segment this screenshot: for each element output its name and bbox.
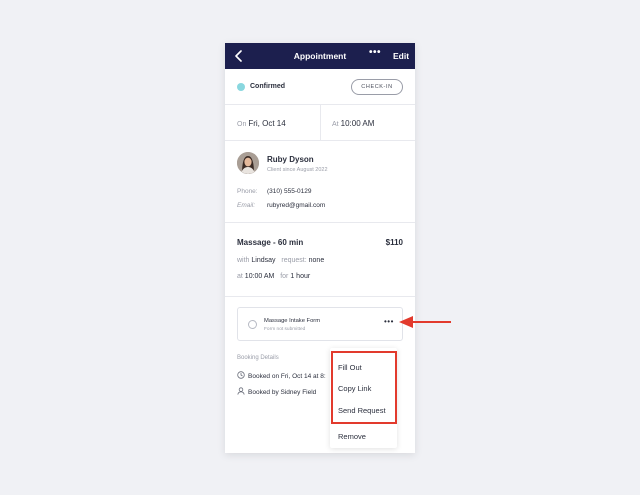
phone-label: Phone: xyxy=(237,188,258,195)
time-label: At xyxy=(332,121,339,128)
email-label: Email: xyxy=(237,202,256,209)
request-value: none xyxy=(308,257,325,264)
edit-button[interactable]: Edit xyxy=(393,51,409,61)
annotation-arrow-icon xyxy=(399,316,451,328)
request-label: request: xyxy=(281,257,307,264)
form-more-icon[interactable]: ••• xyxy=(384,317,394,326)
booking-details-heading: Booking Details xyxy=(237,355,279,361)
duration-label: for xyxy=(280,273,289,280)
phone-value: (310) 555-0129 xyxy=(267,188,312,195)
form-title: Massage Intake Form xyxy=(264,318,321,324)
booked-by-line: Booked by Sidney Field xyxy=(237,387,316,396)
form-status: Form not submitted xyxy=(264,327,306,332)
phone-row[interactable]: Phone: (310) 555-0129 xyxy=(237,188,311,195)
user-icon xyxy=(237,387,245,395)
with-label: with xyxy=(237,257,250,264)
service-section: Massage - 60 min $110 with Lindsay reque… xyxy=(225,223,415,297)
avatar[interactable] xyxy=(237,152,259,174)
staff-value: Lindsay xyxy=(251,257,276,264)
date-time-row: On Fri, Oct 14 At 10:00 AM xyxy=(225,105,415,141)
time-cell[interactable]: At 10:00 AM xyxy=(332,119,374,128)
date-value: Fri, Oct 14 xyxy=(248,119,286,128)
annotation-highlight-box xyxy=(331,351,397,424)
menu-item-remove[interactable]: Remove xyxy=(338,432,366,441)
booked-by-text: Booked by Sidney Field xyxy=(248,389,317,396)
avatar-image xyxy=(237,152,259,174)
service-at-value: 10:00 AM xyxy=(244,273,275,280)
service-name: Massage - 60 min xyxy=(237,238,304,247)
email-row[interactable]: Email: rubyred@gmail.com xyxy=(237,202,325,209)
status-row: Confirmed CHECK-IN xyxy=(225,69,415,105)
service-staff-line: with Lindsay request: none xyxy=(237,257,324,264)
time-value: 10:00 AM xyxy=(340,119,375,128)
app-header: Appointment ••• Edit xyxy=(225,43,415,69)
service-price: $110 xyxy=(385,238,403,247)
intake-form-card[interactable]: Massage Intake Form Form not submitted •… xyxy=(237,307,403,341)
booked-on-text: Booked on Fri, Oct 14 at 8: xyxy=(248,373,326,380)
service-at-label: at xyxy=(237,273,243,280)
divider xyxy=(320,105,321,141)
client-since: Client since August 2022 xyxy=(267,167,328,173)
booked-on-line: Booked on Fri, Oct 14 at 8: xyxy=(237,371,326,380)
clock-icon xyxy=(237,371,245,379)
date-cell[interactable]: On Fri, Oct 14 xyxy=(237,119,286,128)
email-value: rubyred@gmail.com xyxy=(267,202,326,209)
status-label: Confirmed xyxy=(250,83,285,90)
date-label: On xyxy=(237,121,247,128)
client-name[interactable]: Ruby Dyson xyxy=(267,155,314,164)
check-in-button[interactable]: CHECK-IN xyxy=(351,79,403,95)
duration-value: 1 hour xyxy=(290,273,311,280)
form-status-circle-icon xyxy=(248,320,257,329)
status-dot-icon xyxy=(237,83,245,91)
service-time-line: at 10:00 AM for 1 hour xyxy=(237,273,310,280)
more-options-icon[interactable]: ••• xyxy=(369,47,381,58)
page-title: Appointment xyxy=(293,51,347,61)
client-section: Ruby Dyson Client since August 2022 Phon… xyxy=(225,141,415,223)
